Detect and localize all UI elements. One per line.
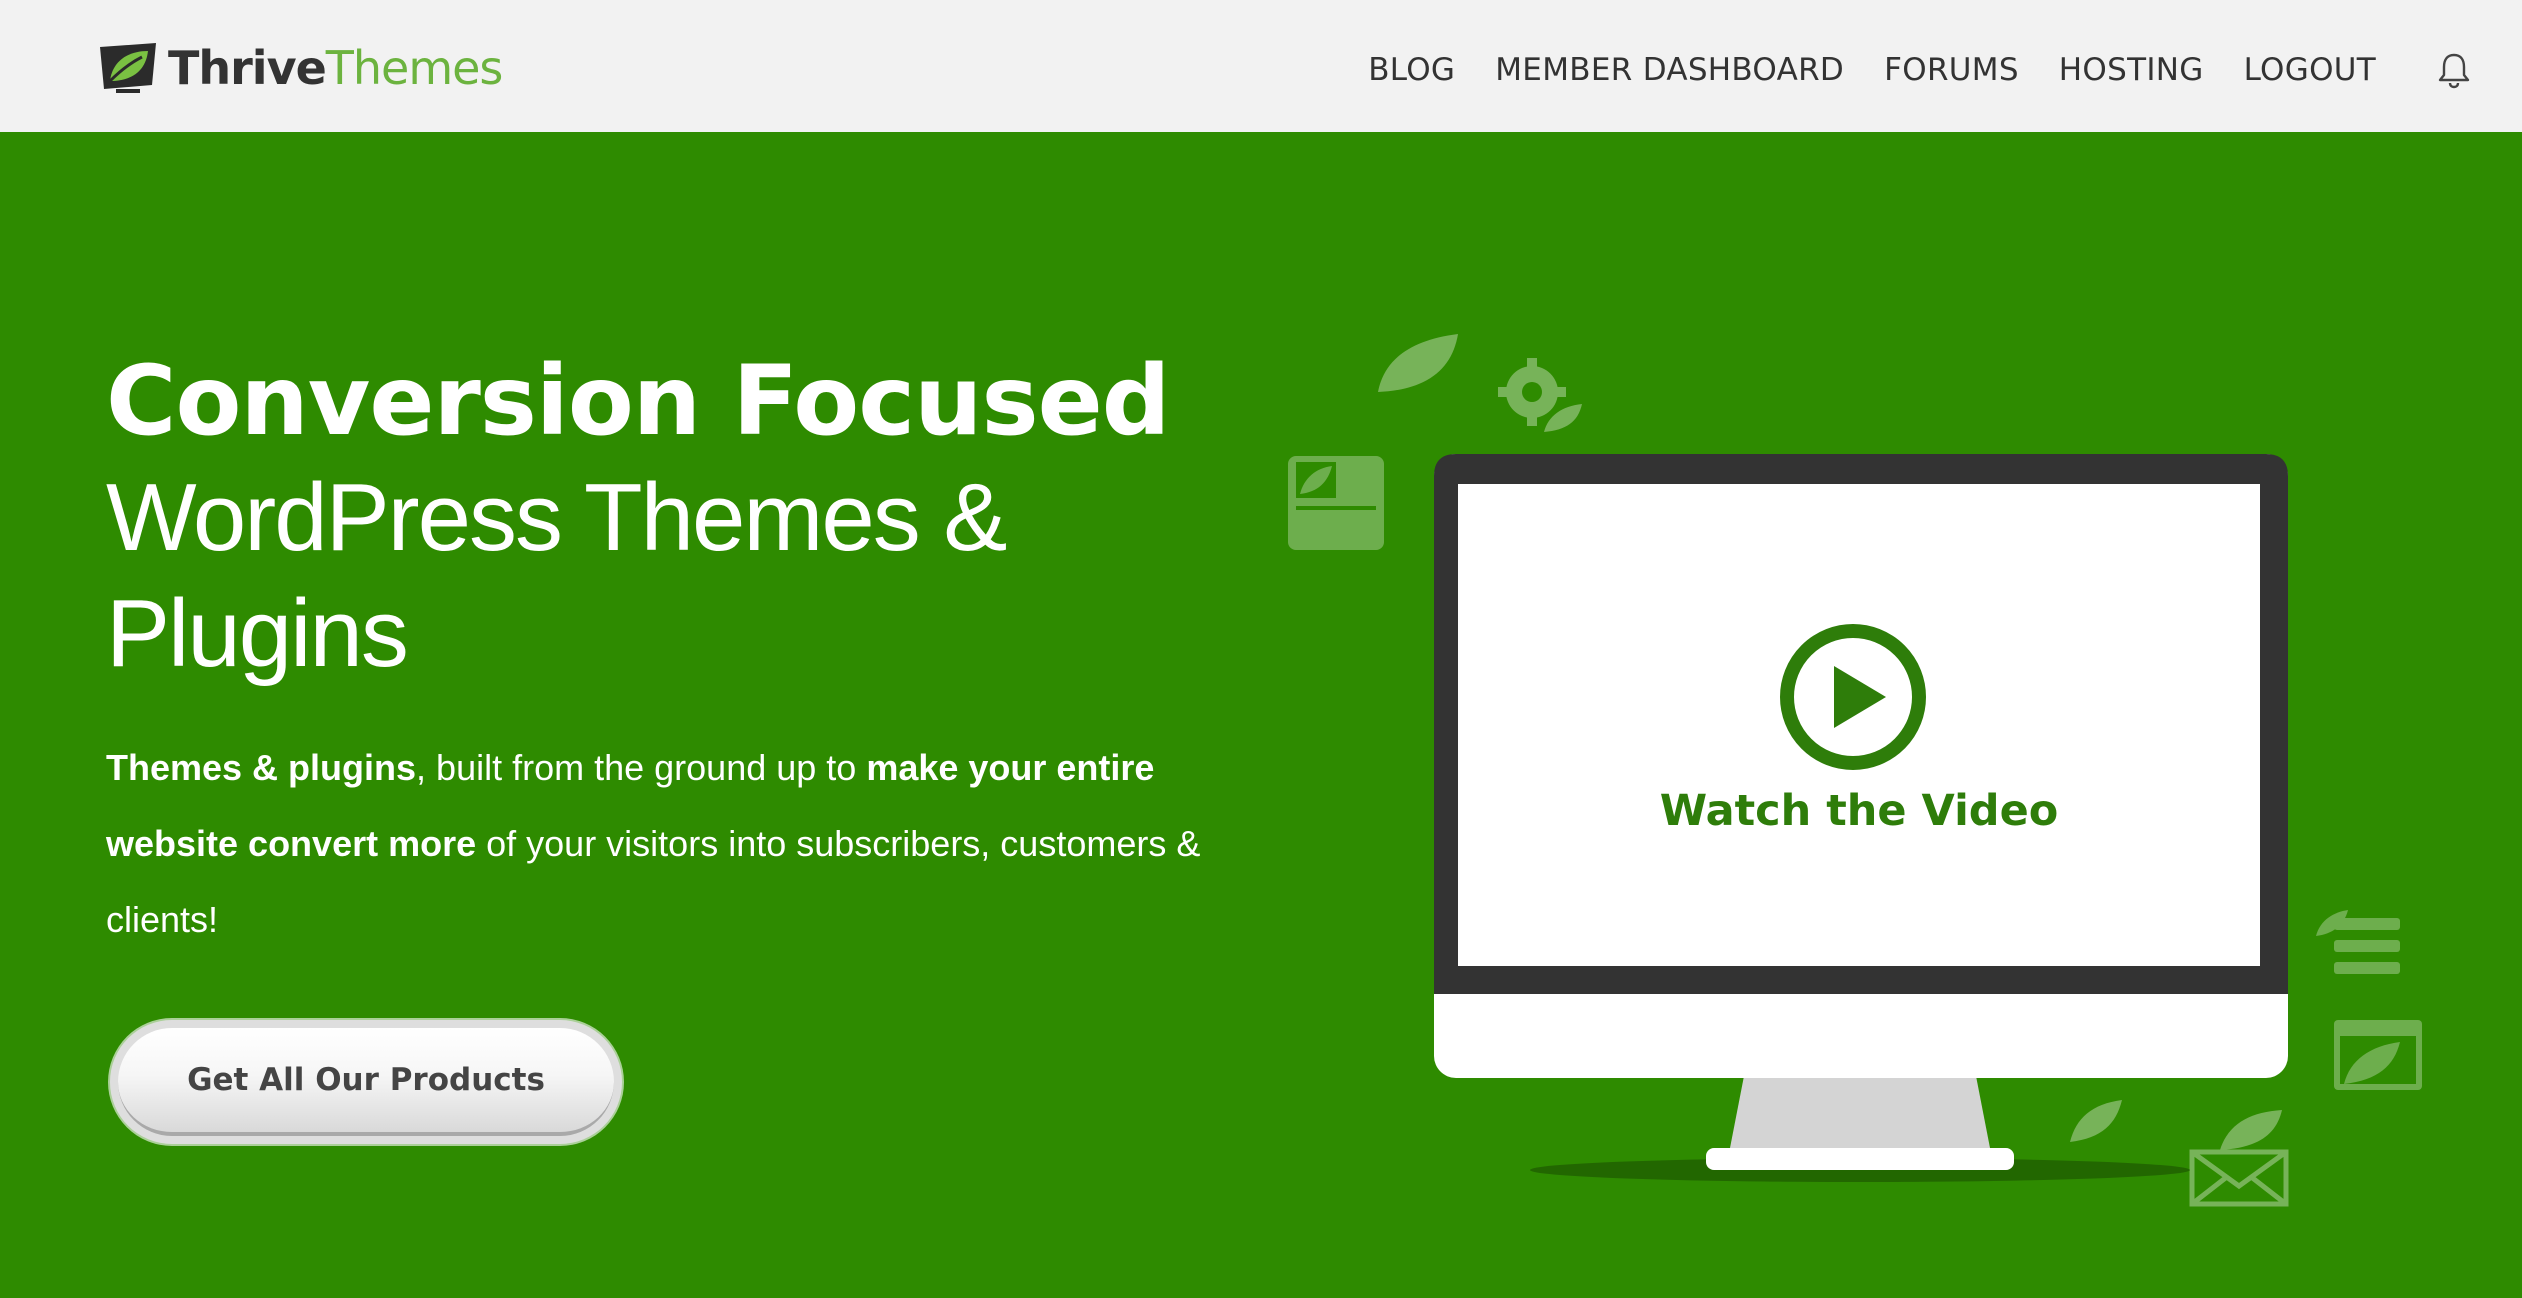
- site-header: ThriveThemes BLOG MEMBER DASHBOARD FORUM…: [0, 0, 2522, 132]
- headline-line3: Plugins: [106, 580, 409, 687]
- nav-member-dashboard[interactable]: MEMBER DASHBOARD: [1495, 46, 1844, 94]
- play-icon[interactable]: [1778, 622, 1928, 772]
- floating-list-icon: [2316, 910, 2400, 974]
- floating-small-leaf-icon: [2070, 1100, 2122, 1142]
- floating-window-leaf-icon: [2334, 1020, 2422, 1090]
- headline-line2: WordPress Themes &: [106, 464, 1007, 571]
- floating-mail-leaf-icon: [2189, 1110, 2289, 1207]
- video-player[interactable]: Watch the Video: [1458, 484, 2260, 966]
- hero-headline: Conversion Focused WordPress Themes & Pl…: [106, 342, 1256, 692]
- nav-hosting[interactable]: HOSTING: [2059, 46, 2204, 94]
- floating-leaf-icon: [1378, 334, 1458, 392]
- floating-layout-icon: [1288, 456, 1384, 550]
- headline-bold: Conversion Focused: [106, 345, 1170, 457]
- nav-forums[interactable]: FORUMS: [1884, 46, 2019, 94]
- get-all-products-button[interactable]: Get All Our Products: [110, 1020, 622, 1144]
- floating-gear-leaf-icon: [1498, 358, 1582, 432]
- bell-icon[interactable]: [2434, 50, 2474, 90]
- site-logo[interactable]: ThriveThemes: [96, 40, 503, 96]
- logo-leaf-icon: [100, 43, 156, 93]
- cta-label: Get All Our Products: [118, 1028, 614, 1136]
- watch-video-label: Watch the Video: [1659, 786, 2059, 836]
- logo-text: ThriveThemes: [168, 41, 503, 95]
- hero-description: Themes & plugins, built from the ground …: [106, 747, 1201, 940]
- nav-blog[interactable]: BLOG: [1368, 46, 1455, 94]
- main-nav: BLOG MEMBER DASHBOARD FORUMS HOSTING LOG…: [1368, 46, 2522, 94]
- nav-logout[interactable]: LOGOUT: [2244, 46, 2376, 94]
